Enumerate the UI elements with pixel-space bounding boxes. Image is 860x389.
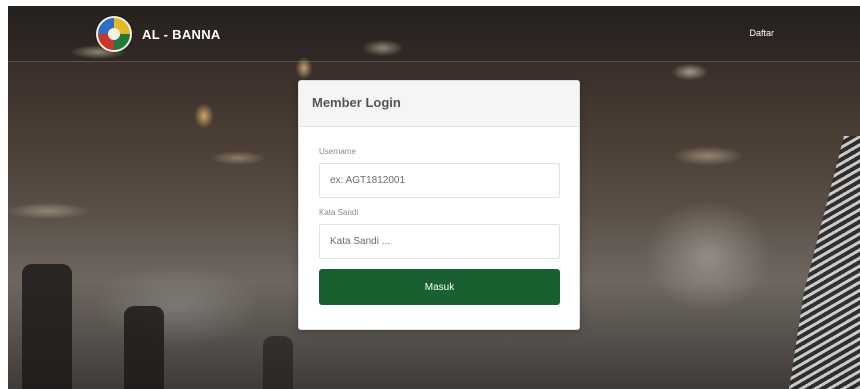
al-banna-logo-icon: [96, 16, 132, 52]
password-input[interactable]: [319, 224, 560, 259]
register-link[interactable]: Daftar: [749, 28, 774, 38]
background-person: [22, 264, 72, 389]
top-navbar: AL - BANNA Daftar: [8, 6, 860, 62]
background-person: [263, 336, 293, 389]
background-person: [124, 306, 164, 389]
username-label: Username: [319, 147, 356, 156]
panel-heading: Member Login: [299, 81, 579, 127]
member-login-panel: Member Login Username Kata Sandi Masuk: [298, 80, 580, 330]
panel-title: Member Login: [312, 95, 401, 110]
brand-name: AL - BANNA: [142, 26, 221, 42]
username-input[interactable]: [319, 163, 560, 198]
password-label: Kata Sandi: [319, 208, 359, 217]
background-chair: [788, 136, 860, 389]
panel-body: Username Kata Sandi Masuk: [299, 127, 579, 305]
brand-link[interactable]: AL - BANNA: [96, 16, 221, 52]
login-submit-button[interactable]: Masuk: [319, 269, 560, 305]
